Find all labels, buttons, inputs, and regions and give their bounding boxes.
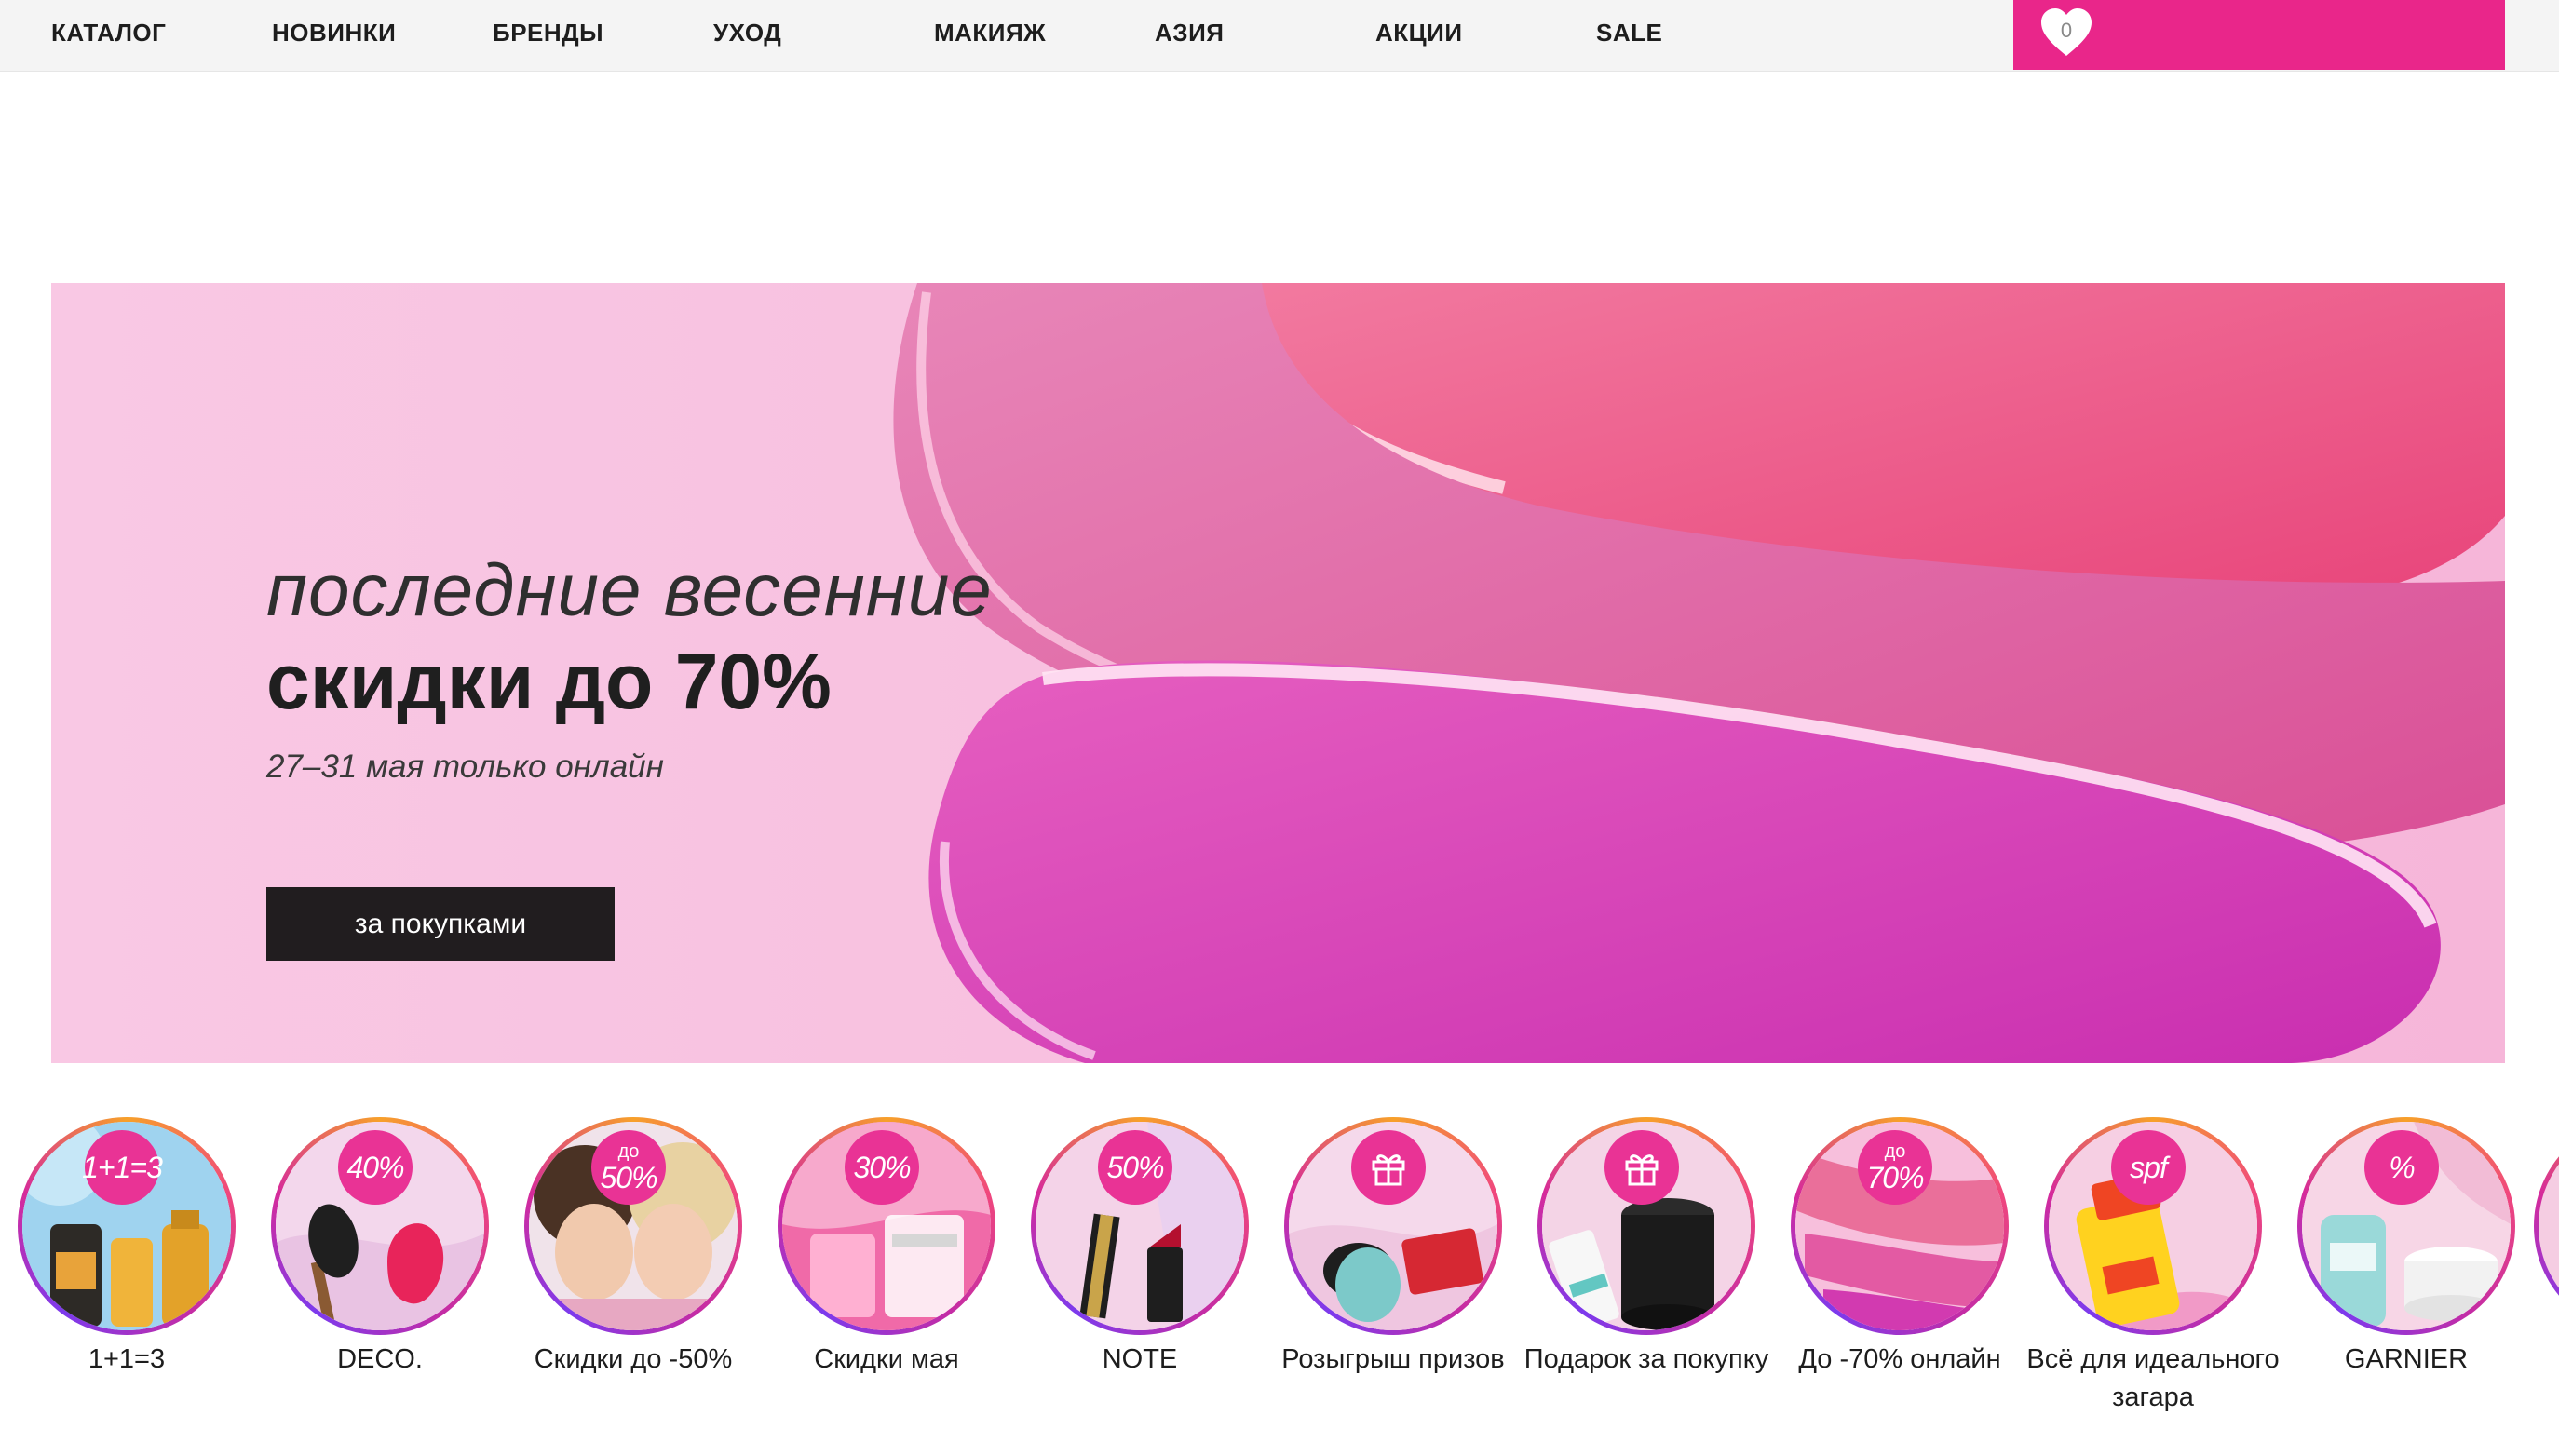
story-ring (1284, 1117, 1502, 1335)
story-item[interactable]: 40% DECO. (249, 1117, 500, 1456)
nav-item-asia[interactable]: АЗИЯ (1155, 0, 1224, 65)
story-badge: 30% (845, 1130, 919, 1205)
story-item-partial[interactable] (2528, 1117, 2559, 1456)
story-item[interactable]: 1+1=3 1+1=3 (0, 1117, 247, 1456)
story-ring: 50% (1031, 1117, 1249, 1335)
story-badge: % (2364, 1130, 2439, 1205)
story-label: Скидки мая (814, 1344, 959, 1374)
story-badge: 50% (1098, 1130, 1172, 1205)
story-ring (2534, 1117, 2559, 1335)
gift-icon (1625, 1154, 1659, 1186)
story-item[interactable]: % GARNIER (2275, 1117, 2526, 1456)
story-ring: 1+1=3 (18, 1117, 236, 1335)
story-badge (1604, 1130, 1679, 1205)
story-badge: 40% (338, 1130, 413, 1205)
story-item[interactable]: 30% Скидки мая (755, 1117, 1007, 1456)
nav-item-makeup[interactable]: МАКИЯЖ (934, 0, 1046, 65)
story-thumbnail (2539, 1122, 2559, 1330)
nav-item-promotions[interactable]: АКЦИИ (1375, 0, 1463, 65)
story-badge: spf (2111, 1130, 2186, 1205)
shop-now-button[interactable]: за покупками (266, 887, 615, 961)
story-label: До -70% онлайн (1798, 1344, 2001, 1374)
story-item[interactable]: до 70% До -70% онлайн (1768, 1117, 2020, 1456)
story-ring: до 70% (1791, 1117, 2009, 1335)
hero-subtitle: 27–31 мая только онлайн (266, 748, 664, 785)
gift-icon (1372, 1154, 1405, 1186)
story-label: Розыгрыш призов (1281, 1344, 1505, 1374)
story-label: Всё для идеального загара (2026, 1344, 2280, 1412)
story-item[interactable]: 50% NOTE (1009, 1117, 1260, 1456)
hero-title-line1: последние весенние (266, 548, 993, 631)
story-label: Скидки до -50% (534, 1344, 733, 1374)
story-ring: до 50% (524, 1117, 742, 1335)
story-item[interactable]: Розыгрыш призов (1262, 1117, 1513, 1456)
story-item[interactable]: до 50% Скидки до -50% (502, 1117, 753, 1456)
story-ring: 40% (271, 1117, 489, 1335)
story-label: 1+1=3 (88, 1344, 166, 1374)
story-label: Подарок за покупку (1523, 1344, 1769, 1374)
nav-item-catalog[interactable]: КАТАЛОГ (51, 0, 166, 65)
nav-item-new[interactable]: НОВИНКИ (272, 0, 396, 65)
story-badge: до 70% (1858, 1130, 1932, 1205)
hero-banner[interactable]: последние весенние скидки до 70% 27–31 м… (51, 283, 2505, 1063)
story-label: DECO. (337, 1344, 423, 1374)
hero-title-line2: скидки до 70% (266, 638, 832, 725)
wishlist-count: 0 (2060, 19, 2073, 42)
wishlist-button[interactable]: 0 (2013, 0, 2505, 70)
story-ring: spf (2044, 1117, 2262, 1335)
story-badge: 1+1=3 (82, 1130, 163, 1205)
top-navigation: КАТАЛОГ НОВИНКИ БРЕНДЫ УХОД МАКИЯЖ АЗИЯ … (0, 0, 2559, 72)
story-ring: % (2297, 1117, 2515, 1335)
story-ring: 30% (778, 1117, 995, 1335)
story-label: NOTE (1102, 1344, 1178, 1374)
nav-item-sale[interactable]: SALE (1596, 0, 1662, 65)
nav-item-brands[interactable]: БРЕНДЫ (493, 0, 603, 65)
story-item[interactable]: Подарок за покупку (1515, 1117, 1768, 1456)
nav-item-care[interactable]: УХОД (713, 0, 781, 65)
story-item[interactable]: spf Всё для идеального загара (2022, 1117, 2280, 1456)
story-ring (1537, 1117, 1755, 1335)
story-badge: до 50% (591, 1130, 666, 1205)
story-label: GARNIER (2344, 1344, 2469, 1374)
story-badge (1351, 1130, 1426, 1205)
